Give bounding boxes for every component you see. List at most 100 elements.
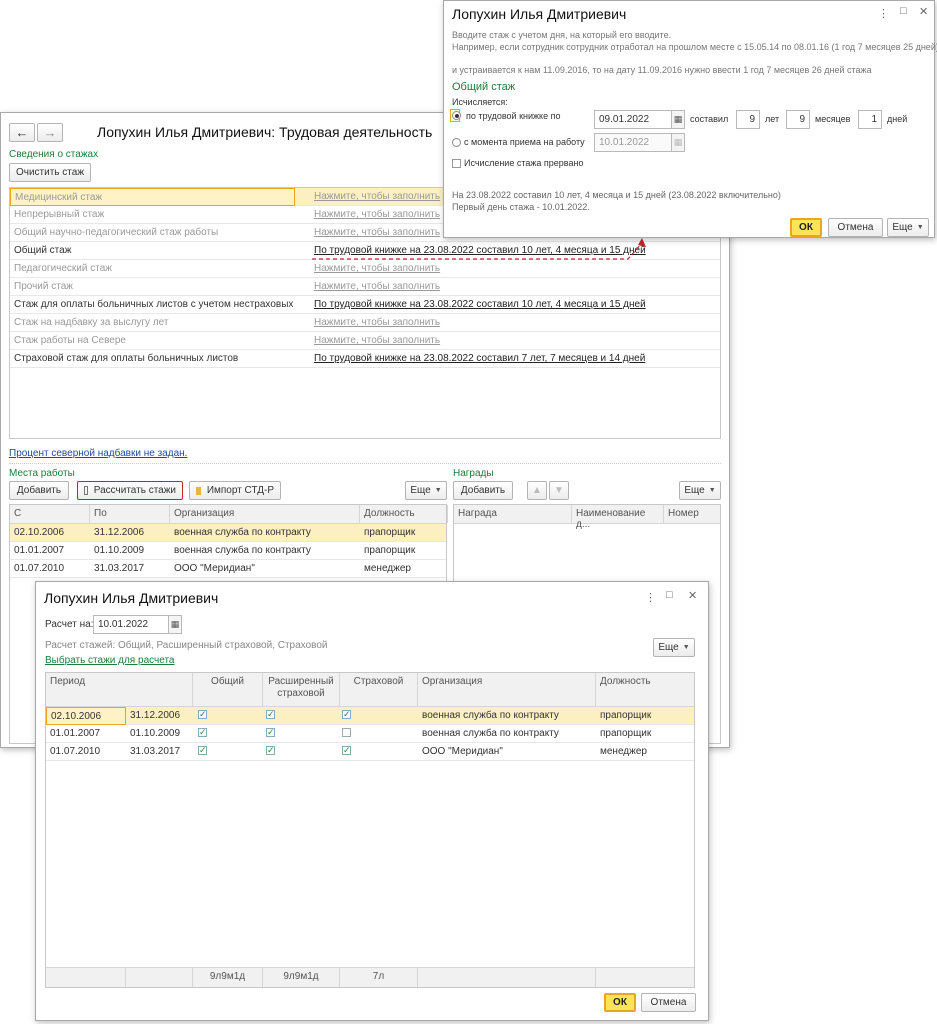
- stazh-value-link[interactable]: Нажмите, чтобы заполнить: [310, 278, 710, 296]
- maximize-icon[interactable]: □: [666, 589, 673, 601]
- stazh-cancel-button[interactable]: Отмена: [828, 218, 883, 237]
- checkbox-extended[interactable]: ✓: [266, 728, 275, 737]
- workplace-from: 01.01.2007: [14, 545, 65, 556]
- stazh-value-link[interactable]: По трудовой книжке на 23.08.2022 состави…: [310, 350, 710, 368]
- col-from[interactable]: С: [10, 505, 90, 523]
- calc-row[interactable]: 01.07.2010 31.03.2017 ✓ ✓ ✓ ООО "Меридиан" мен…: [46, 743, 694, 761]
- calendar-icon[interactable]: ▦: [671, 110, 685, 129]
- stazh-row[interactable]: Стаж работы на Севере Нажмите, чтобы запо…: [10, 332, 720, 350]
- workplace-from: 01.07.2010: [14, 563, 65, 574]
- stazh-row[interactable]: Стаж для оплаты больничных листов с учет…: [10, 296, 720, 314]
- interrupted-checkbox[interactable]: [452, 159, 461, 168]
- import-stdr-button[interactable]: Импорт СТД-Р: [189, 481, 281, 500]
- stazh-row[interactable]: Страховой стаж для оплаты больничных лис…: [10, 350, 720, 368]
- calendar-icon[interactable]: ▦: [168, 615, 182, 634]
- days-input[interactable]: 1: [858, 110, 882, 129]
- workplaces-more-button[interactable]: Еще ▼: [405, 481, 447, 500]
- menu-icon[interactable]: ⋮: [645, 591, 656, 604]
- calc-pos: менеджер: [600, 746, 647, 757]
- col-position[interactable]: Должность: [596, 673, 696, 706]
- move-down-button[interactable]: ▼: [549, 481, 569, 500]
- col-position[interactable]: Должность: [360, 505, 448, 523]
- workplace-pos: прапорщик: [364, 527, 416, 538]
- calc-more-button[interactable]: Еще ▼: [653, 638, 695, 657]
- close-icon[interactable]: ✕: [919, 5, 928, 18]
- add-award-button[interactable]: Добавить: [453, 481, 513, 500]
- workplace-pos: менеджер: [364, 563, 411, 574]
- checkbox-general[interactable]: ✓: [198, 728, 207, 737]
- arrow-up-icon: ▲: [532, 485, 542, 496]
- workplace-org: военная служба по контракту: [174, 545, 311, 556]
- calc-row[interactable]: 01.01.2007 01.10.2009 ✓ ✓ военная служба по …: [46, 725, 694, 743]
- col-extended[interactable]: Расширенный страховой: [263, 673, 340, 706]
- radio2-label: с момента приема на работу: [464, 137, 585, 147]
- workplace-row[interactable]: 01.07.2010 31.03.2017 ООО "Меридиан" менедж…: [10, 560, 446, 578]
- workplace-row[interactable]: 02.10.2006 31.12.2006 военная служба по ко…: [10, 524, 446, 542]
- workplace-to: 01.10.2009: [94, 545, 145, 556]
- col-to[interactable]: По: [90, 505, 170, 523]
- calc-pos: прапорщик: [600, 728, 652, 739]
- workplaces-header: Места работы: [9, 468, 75, 479]
- calc-cancel-button[interactable]: Отмена: [641, 993, 696, 1012]
- col-award[interactable]: Награда: [454, 505, 572, 523]
- stazh-row[interactable]: Прочий стаж Нажмите, чтобы заполнить: [10, 278, 720, 296]
- checkbox-extended[interactable]: ✓: [266, 746, 275, 755]
- years-input[interactable]: 9: [736, 110, 760, 129]
- col-general[interactable]: Общий: [193, 673, 263, 706]
- awards-more-button[interactable]: Еще ▼: [679, 481, 721, 500]
- calc-row[interactable]: 02.10.2006 31.12.2006 ✓ ✓ ✓ военная служба по…: [46, 707, 694, 725]
- maximize-icon[interactable]: □: [900, 5, 907, 17]
- pointer-arrow: [312, 238, 646, 260]
- calc-org: военная служба по контракту: [422, 728, 559, 739]
- close-icon[interactable]: ✕: [688, 589, 697, 602]
- calc-to: 31.03.2017: [130, 746, 181, 757]
- workplace-to: 31.12.2006: [94, 527, 145, 538]
- calc-ok-button[interactable]: ОК: [604, 993, 636, 1012]
- clear-stazh-button[interactable]: Очистить стаж: [9, 163, 91, 182]
- stazh-row[interactable]: Стаж на надбавку за выслугу лет Нажмите, …: [10, 314, 720, 332]
- checkbox-insurance[interactable]: [342, 728, 351, 737]
- stazh-dialog: Лопухин Илья Дмитриевич ⋮ □ ✕ Вводите ст…: [443, 0, 937, 238]
- awards-header: Награды: [453, 468, 494, 479]
- stazh-more-button[interactable]: Еще ▼: [887, 218, 929, 237]
- col-org[interactable]: Организация: [170, 505, 360, 523]
- radio-from-hire[interactable]: [452, 138, 461, 147]
- calc-org: военная служба по контракту: [422, 710, 559, 721]
- stazh-ok-button[interactable]: ОК: [790, 218, 822, 237]
- checkbox-general[interactable]: ✓: [198, 746, 207, 755]
- stazh-name: Стаж работы на Севере: [14, 335, 126, 346]
- col-organization[interactable]: Организация: [418, 673, 596, 706]
- back-button[interactable]: ←: [9, 123, 35, 142]
- calc-on-date-input[interactable]: 10.01.2022: [93, 615, 169, 634]
- hire-date-input[interactable]: 10.01.2022: [594, 133, 672, 152]
- col-insurance[interactable]: Страховой: [340, 673, 418, 706]
- main-title: Лопухин Илья Дмитриевич: Трудовая деятел…: [97, 124, 433, 140]
- workplace-row[interactable]: 01.01.2007 01.10.2009 военная служба по ко…: [10, 542, 446, 560]
- stazh-value-link[interactable]: Нажмите, чтобы заполнить: [310, 332, 710, 350]
- col-number[interactable]: Номер: [664, 505, 722, 523]
- move-up-button[interactable]: ▲: [527, 481, 547, 500]
- stazh-value-link[interactable]: По трудовой книжке на 23.08.2022 состави…: [310, 296, 710, 314]
- col-doc-name[interactable]: Наименование д...: [572, 505, 664, 530]
- workbook-date-input[interactable]: 09.01.2022: [594, 110, 672, 129]
- calendar-icon-2[interactable]: ▦: [671, 133, 685, 152]
- total-extended: 9л9м1д: [263, 968, 340, 987]
- add-workplace-button[interactable]: Добавить: [9, 481, 69, 500]
- total-insurance: 7л: [340, 968, 418, 987]
- total-general: 9л9м1д: [193, 968, 263, 987]
- calc-stazh-button[interactable]: Рассчитать стажи: [77, 481, 183, 500]
- menu-icon[interactable]: ⋮: [878, 7, 889, 20]
- calc-from: 01.01.2007: [50, 728, 101, 739]
- stazh-value-link[interactable]: Нажмите, чтобы заполнить: [310, 314, 710, 332]
- calc-pos: прапорщик: [600, 710, 652, 721]
- checkbox-insurance[interactable]: ✓: [342, 746, 351, 755]
- checkbox-extended[interactable]: ✓: [266, 710, 275, 719]
- checkbox-general[interactable]: ✓: [198, 710, 207, 719]
- forward-button[interactable]: →: [37, 123, 63, 142]
- stazh-name: Общий стаж: [14, 245, 72, 256]
- choose-stazh-link[interactable]: Выбрать стажи для расчета: [45, 655, 174, 666]
- months-input[interactable]: 9: [786, 110, 810, 129]
- checkbox-insurance[interactable]: ✓: [342, 710, 351, 719]
- col-period[interactable]: Период: [46, 673, 193, 706]
- northern-allowance-link[interactable]: Процент северной надбавки не задан.: [9, 448, 187, 459]
